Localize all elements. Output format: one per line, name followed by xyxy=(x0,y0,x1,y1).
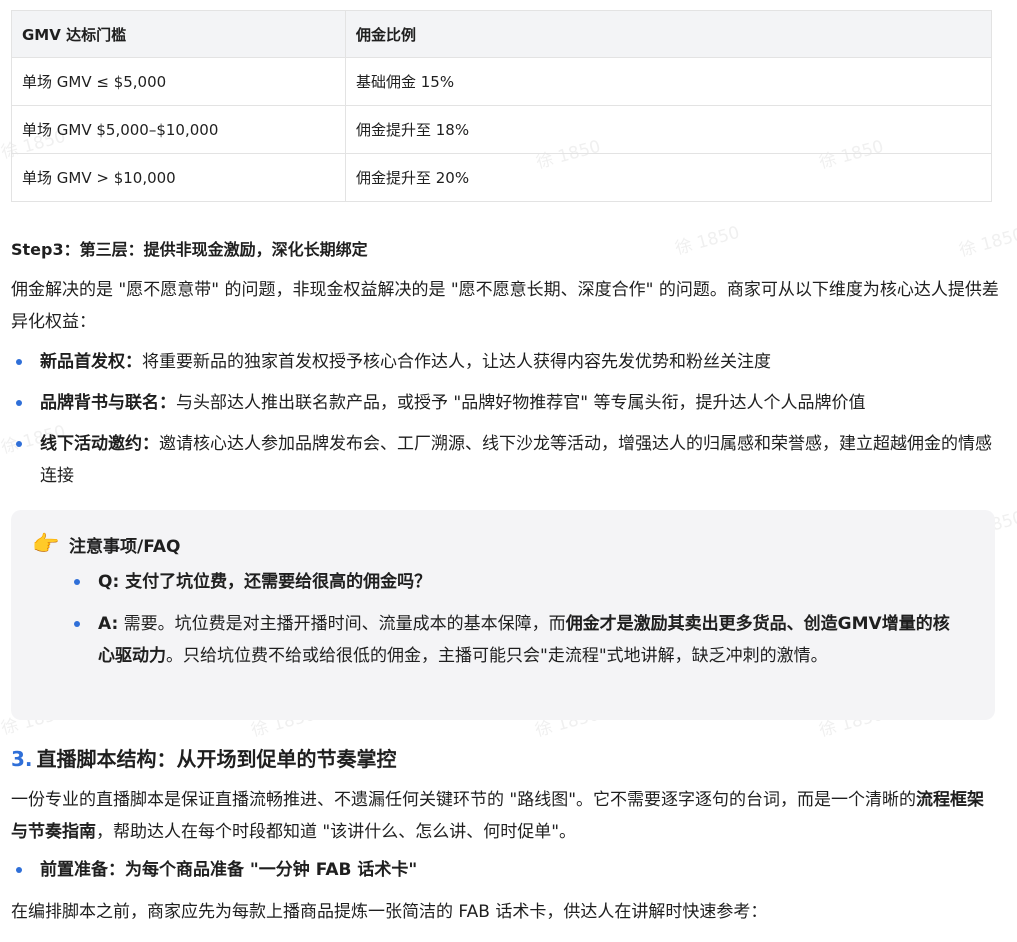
bullet-dot xyxy=(74,621,80,627)
bullet-dot xyxy=(16,441,22,447)
prep-bullet-text: 前置准备：为每个商品准备 "一分钟 FAB 话术卡" xyxy=(40,860,418,880)
list-item: Q: 支付了坑位费，还需要给很高的佣金吗？ xyxy=(72,566,962,598)
bullet-dot xyxy=(16,359,22,365)
closing-paragraph: 在编排脚本之前，商家应先为每款上播商品提炼一张简洁的 FAB 话术卡，供达人在讲… xyxy=(11,902,768,922)
paragraph-text: ，帮助达人在每个时段都知道 "该讲什么、怎么讲、何时促单"。 xyxy=(96,822,577,842)
section-heading: 3. 直播脚本结构：从开场到促单的节奏掌控 xyxy=(11,743,397,772)
section-paragraph: 一份专业的直播脚本是保证直播流畅推进、不遗漏任何关键环节的 "路线图"。它不需要… xyxy=(11,784,1001,848)
step3-heading: Step3：第三层：提供非现金激励，深化长期绑定 xyxy=(11,240,368,259)
table-row: 单场 GMV $5,000–$10,000 佣金提升至 18% xyxy=(11,105,992,154)
faq-answer-label: A: xyxy=(98,614,119,634)
list-item: 线下活动邀约：邀请核心达人参加品牌发布会、工厂溯源、线下沙龙等活动，增强达人的归… xyxy=(11,428,1001,492)
item-text: 与头部达人推出联名款产品，或授予 "品牌好物推荐官" 等专属头衔，提升达人个人品… xyxy=(176,393,866,413)
paragraph-text: 一份专业的直播脚本是保证直播流畅推进、不遗漏任何关键环节的 "路线图"。它不需要… xyxy=(11,790,917,810)
table-header-cell: GMV 达标门槛 xyxy=(11,10,346,58)
table-row: 单场 GMV ≤ $5,000 基础佣金 15% xyxy=(11,57,992,106)
table-cell: 基础佣金 15% xyxy=(345,57,992,106)
item-text: 邀请核心达人参加品牌发布会、工厂溯源、线下沙龙等活动，增强达人的归属感和荣誉感，… xyxy=(40,434,992,486)
table-row: 单场 GMV > $10,000 佣金提升至 20% xyxy=(11,153,992,202)
table-header-cell: 佣金比例 xyxy=(345,10,992,58)
table-cell: 单场 GMV $5,000–$10,000 xyxy=(11,105,346,154)
step3-intro: 佣金解决的是 "愿不愿意带" 的问题，非现金权益解决的是 "愿不愿意长期、深度合… xyxy=(11,280,999,332)
bullet-dot xyxy=(16,400,22,406)
list-item: A: 需要。坑位费是对主播开播时间、流量成本的基本保障，而佣金才是激励其卖出更多… xyxy=(72,608,962,672)
incentive-list: 新品首发权：将重要新品的独家首发权授予核心合作达人，让达人获得内容先发优势和粉丝… xyxy=(11,346,1001,501)
table-cell: 单场 GMV > $10,000 xyxy=(11,153,346,202)
bullet-dot xyxy=(16,867,22,873)
bullet-dot xyxy=(74,579,80,585)
list-item: 前置准备：为每个商品准备 "一分钟 FAB 话术卡" xyxy=(11,854,417,886)
watermark: 徐 1850 xyxy=(957,224,1017,262)
gmv-commission-table: GMV 达标门槛 佣金比例 单场 GMV ≤ $5,000 基础佣金 15% 单… xyxy=(11,10,992,202)
callout-title: 注意事项/FAQ xyxy=(69,537,181,557)
faq-answer-text: 。只给坑位费不给或给很低的佣金，主播可能只会"走流程"式地讲解，缺乏冲刺的激情。 xyxy=(166,646,828,666)
prep-list: 前置准备：为每个商品准备 "一分钟 FAB 话术卡" xyxy=(11,854,417,886)
table-cell: 佣金提升至 18% xyxy=(345,105,992,154)
faq-question: Q: 支付了坑位费，还需要给很高的佣金吗？ xyxy=(98,572,432,592)
watermark: 徐 1850 xyxy=(673,222,742,260)
pointing-hand-icon: 👉 xyxy=(32,532,60,557)
item-label: 线下活动邀约： xyxy=(40,434,159,454)
list-item: 新品首发权：将重要新品的独家首发权授予核心合作达人，让达人获得内容先发优势和粉丝… xyxy=(11,346,1001,378)
section-number: 3. xyxy=(11,747,33,771)
item-label: 品牌背书与联名： xyxy=(40,393,176,413)
list-item: 品牌背书与联名：与头部达人推出联名款产品，或授予 "品牌好物推荐官" 等专属头衔… xyxy=(11,387,1001,419)
item-text: 将重要新品的独家首发权授予核心合作达人，让达人获得内容先发优势和粉丝关注度 xyxy=(142,352,771,372)
table-cell: 单场 GMV ≤ $5,000 xyxy=(11,57,346,106)
faq-list: Q: 支付了坑位费，还需要给很高的佣金吗？ A: 需要。坑位费是对主播开播时间、… xyxy=(72,566,962,682)
table-cell: 佣金提升至 20% xyxy=(345,153,992,202)
section-title: 直播脚本结构：从开场到促单的节奏掌控 xyxy=(36,747,397,771)
item-label: 新品首发权： xyxy=(40,352,142,372)
table-header-row: GMV 达标门槛 佣金比例 xyxy=(11,10,992,58)
faq-answer-text: 需要。坑位费是对主播开播时间、流量成本的基本保障，而 xyxy=(118,614,566,634)
